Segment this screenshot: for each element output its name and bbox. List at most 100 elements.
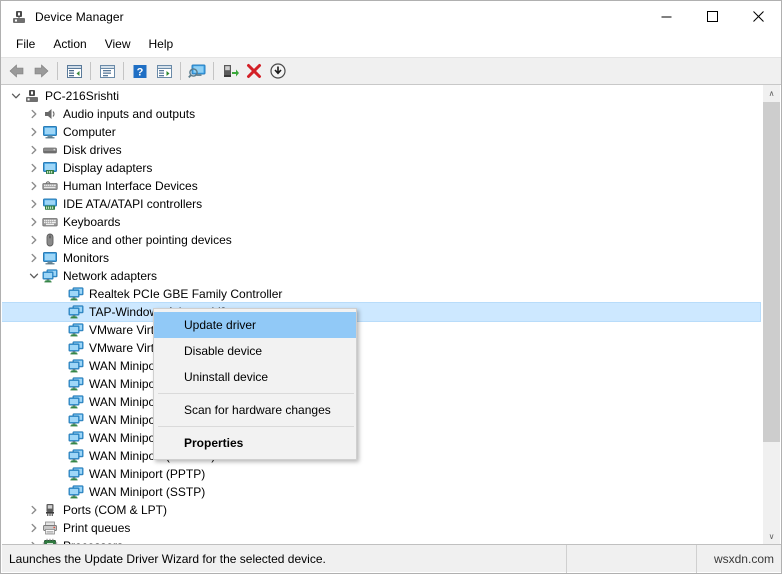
- tree-row[interactable]: Disk drives: [2, 141, 760, 159]
- tree-row[interactable]: IDE ATA/ATAPI controllers: [2, 195, 760, 213]
- context-menu[interactable]: Update driverDisable deviceUninstall dev…: [153, 308, 357, 460]
- update-driver-button[interactable]: [185, 59, 209, 83]
- network-adapter-icon: [68, 466, 84, 482]
- tree-row[interactable]: WAN Miniport (IPv6): [2, 393, 760, 411]
- tree-row-label: IDE ATA/ATAPI controllers: [63, 196, 202, 212]
- network-adapter-icon: [68, 448, 84, 464]
- tree-row[interactable]: Mice and other pointing devices: [2, 231, 760, 249]
- toolbar-separator: [213, 62, 214, 80]
- ctx-properties[interactable]: Properties: [154, 430, 356, 456]
- chevron-right-icon[interactable]: [26, 250, 42, 266]
- tree-row[interactable]: WAN Miniport (IKEv2): [2, 357, 760, 375]
- chevron-right-icon[interactable]: [26, 160, 42, 176]
- ctx-disable-device[interactable]: Disable device: [154, 338, 356, 364]
- menu-help[interactable]: Help: [140, 35, 183, 53]
- chevron-down-icon[interactable]: [8, 88, 24, 104]
- tree-row-label: Network adapters: [63, 268, 157, 284]
- tree-row-label: Mice and other pointing devices: [63, 232, 232, 248]
- tree-row[interactable]: VMware Virtual Ethernet Adapter for VMne…: [2, 321, 760, 339]
- properties-button[interactable]: [95, 59, 119, 83]
- scroll-up-arrow[interactable]: ∧: [763, 85, 780, 102]
- tree-row[interactable]: Audio inputs and outputs: [2, 105, 760, 123]
- minimize-button[interactable]: [643, 1, 689, 32]
- tree-row[interactable]: Network adapters: [2, 267, 760, 285]
- status-message: Launches the Update Driver Wizard for th…: [2, 545, 566, 573]
- tree-row[interactable]: Computer: [2, 123, 760, 141]
- tree-row[interactable]: WAN Miniport (Network Monitor): [2, 429, 760, 447]
- network-adapter-icon: [68, 394, 84, 410]
- chevron-down-icon[interactable]: [26, 268, 42, 284]
- menu-view[interactable]: View: [96, 35, 140, 53]
- tree-row[interactable]: WAN Miniport (PPTP): [2, 465, 760, 483]
- tree-row[interactable]: TAP-Windows Adapter V9: [2, 303, 760, 321]
- enable-device-button[interactable]: [218, 59, 242, 83]
- scan-changes-button[interactable]: [152, 59, 176, 83]
- chevron-right-icon[interactable]: [26, 106, 42, 122]
- tree-row-label: PC-216Srishti: [45, 88, 119, 104]
- network-adapter-icon: [68, 304, 84, 320]
- tree-row[interactable]: PC-216Srishti: [2, 87, 760, 105]
- network-adapter-icon: [42, 268, 58, 284]
- forward-button[interactable]: [29, 59, 53, 83]
- ctx-update-driver[interactable]: Update driver: [154, 312, 356, 338]
- network-adapter-icon: [68, 376, 84, 392]
- device-tree-pane[interactable]: PC-216Srishti Audio inputs and outputsCom…: [2, 85, 782, 545]
- tree-row-label: Monitors: [63, 250, 109, 266]
- menu-action[interactable]: Action: [44, 35, 95, 53]
- network-adapter-icon: [68, 358, 84, 374]
- install-legacy-hardware-button[interactable]: [266, 59, 290, 83]
- display-adapter-icon: [42, 160, 58, 176]
- back-button[interactable]: [5, 59, 29, 83]
- tree-row[interactable]: Human Interface Devices: [2, 177, 760, 195]
- toolbar-separator: [180, 62, 181, 80]
- ctx-uninstall-device[interactable]: Uninstall device: [154, 364, 356, 390]
- svg-text:?: ?: [137, 66, 144, 78]
- chevron-right-icon[interactable]: [26, 124, 42, 140]
- show-hide-console-tree-button[interactable]: [62, 59, 86, 83]
- tree-row[interactable]: WAN Miniport (SSTP): [2, 483, 760, 501]
- uninstall-device-button[interactable]: [242, 59, 266, 83]
- window-title: Device Manager: [35, 11, 124, 23]
- tree-row[interactable]: WAN Miniport (IP): [2, 375, 760, 393]
- tree-row[interactable]: Keyboards: [2, 213, 760, 231]
- printer-icon: [42, 520, 58, 536]
- tree-row[interactable]: WAN Miniport (PPPOE): [2, 447, 760, 465]
- vertical-scrollbar[interactable]: ∧ ∨: [762, 85, 780, 545]
- tree-row[interactable]: Ports (COM & LPT): [2, 501, 760, 519]
- chevron-right-icon[interactable]: [26, 142, 42, 158]
- chevron-right-icon[interactable]: [26, 214, 42, 230]
- computer-root-icon: [24, 88, 40, 104]
- tree-row[interactable]: Realtek PCIe GBE Family Controller: [2, 285, 760, 303]
- tree-row[interactable]: WAN Miniport (L2TP): [2, 411, 760, 429]
- chevron-right-icon[interactable]: [26, 502, 42, 518]
- tree-row-label: Display adapters: [63, 160, 152, 176]
- tree-row-label: WAN Miniport (SSTP): [89, 484, 205, 500]
- device-tree-list: PC-216Srishti Audio inputs and outputsCom…: [2, 85, 760, 545]
- disk-drive-icon: [42, 142, 58, 158]
- tree-row-label: Human Interface Devices: [63, 178, 198, 194]
- chevron-right-icon[interactable]: [26, 178, 42, 194]
- chevron-right-icon[interactable]: [26, 196, 42, 212]
- title-bar: Device Manager: [1, 1, 781, 32]
- tree-row[interactable]: Display adapters: [2, 159, 760, 177]
- network-adapter-icon: [68, 286, 84, 302]
- device-manager-window: Device Manager File Action View Help: [0, 0, 782, 574]
- tree-row-label: Audio inputs and outputs: [63, 106, 195, 122]
- chevron-right-icon[interactable]: [26, 232, 42, 248]
- chevron-right-icon[interactable]: [26, 520, 42, 536]
- ctx-scan-hardware-changes[interactable]: Scan for hardware changes: [154, 397, 356, 423]
- close-button[interactable]: [735, 1, 781, 32]
- scrollbar-thumb[interactable]: [763, 102, 780, 442]
- tree-row-label: Disk drives: [63, 142, 122, 158]
- help-button[interactable]: ?: [128, 59, 152, 83]
- tree-row[interactable]: Print queues: [2, 519, 760, 537]
- ctx-separator-2: [158, 426, 354, 427]
- hid-icon: [42, 178, 58, 194]
- scroll-down-arrow[interactable]: ∨: [763, 528, 780, 545]
- toolbar-separator: [90, 62, 91, 80]
- keyboard-icon: [42, 214, 58, 230]
- tree-row[interactable]: VMware Virtual Ethernet Adapter for VMne…: [2, 339, 760, 357]
- tree-row[interactable]: Monitors: [2, 249, 760, 267]
- menu-file[interactable]: File: [7, 35, 44, 53]
- maximize-button[interactable]: [689, 1, 735, 32]
